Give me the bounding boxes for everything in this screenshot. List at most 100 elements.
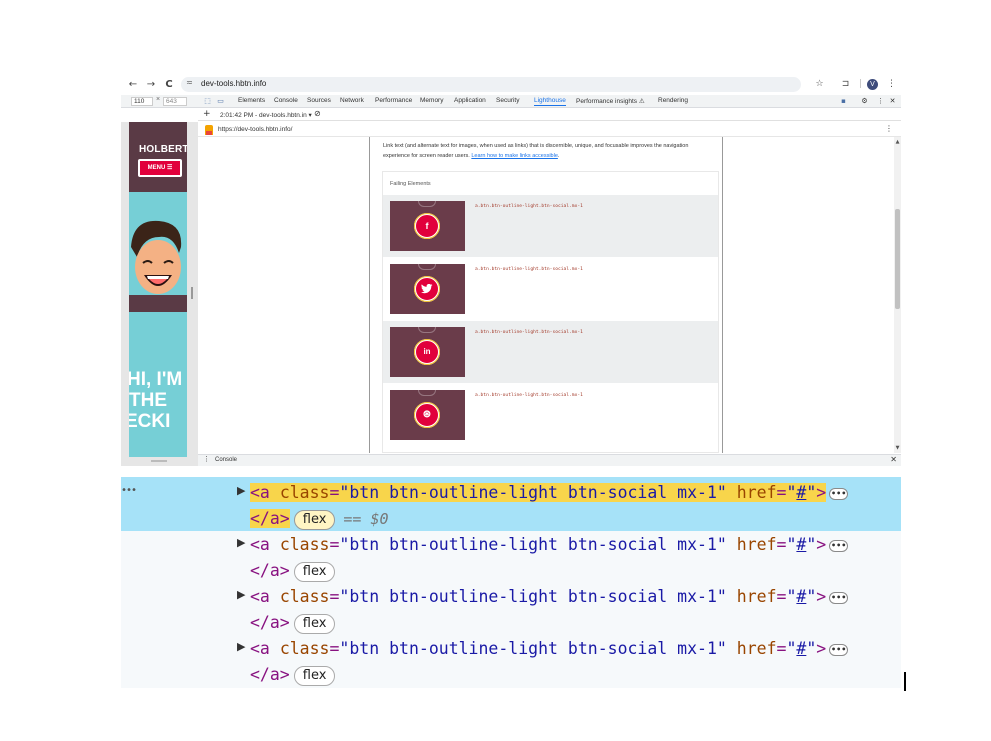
tag-close-bracket: > xyxy=(816,587,827,606)
drawer-tab-console[interactable]: Console xyxy=(215,457,237,463)
report-select[interactable]: 2:01:42 PM - dev-tools.hbtn.in ▾ xyxy=(220,111,312,119)
flex-badge[interactable]: flex xyxy=(293,509,336,530)
dom-node-close[interactable]: </a> flex == $0 xyxy=(250,508,389,530)
failing-element-row[interactable]: f a.btn.btn-outline-light.btn-social.mx-… xyxy=(383,195,718,257)
attr-equals: = xyxy=(329,535,340,554)
dom-node-open[interactable]: <a class="btn btn-outline-light btn-soci… xyxy=(250,482,849,504)
expand-children-button[interactable]: ••• xyxy=(829,487,849,500)
tab-elements[interactable]: Elements xyxy=(238,97,265,104)
scroll-down-icon[interactable]: ▼ xyxy=(895,445,900,451)
dom-node-close[interactable]: </a> flex xyxy=(250,664,336,686)
tag-close-bracket: > xyxy=(816,483,827,502)
dom-node-open[interactable]: <a class="btn btn-outline-light btn-soci… xyxy=(250,534,849,556)
attr-value-class: "btn btn-outline-light btn-social mx-1" xyxy=(339,483,727,502)
height-input[interactable]: 643 xyxy=(163,97,187,106)
dribbble-icon: ⊛ xyxy=(414,402,440,428)
flex-badge[interactable]: flex xyxy=(293,613,336,634)
attr-quote: " xyxy=(786,639,797,658)
element-selector[interactable]: a.btn.btn-outline-light.btn-social.mx-1 xyxy=(475,267,583,272)
extensions-icon[interactable]: ⊐ xyxy=(839,78,852,91)
new-report-icon[interactable]: + xyxy=(203,109,211,119)
settings-gear-icon[interactable]: ⚙ xyxy=(860,97,869,106)
bottom-resize-handle[interactable] xyxy=(151,460,167,462)
star-icon[interactable]: ☆ xyxy=(813,78,826,91)
node-ellipsis[interactable]: ••• xyxy=(121,485,137,496)
tab-rendering[interactable]: Rendering xyxy=(658,97,688,104)
flex-badge[interactable]: flex xyxy=(293,665,336,686)
attr-quote: " xyxy=(806,483,817,502)
audit-description: Link text (and alternate text for images… xyxy=(383,143,689,159)
toolbar-divider: | xyxy=(858,79,863,89)
profile-avatar[interactable]: V xyxy=(867,79,878,90)
drawer-menu-icon[interactable]: ⋮ xyxy=(203,455,210,463)
back-arrow-icon[interactable]: ← xyxy=(126,78,140,91)
attr-equals: = xyxy=(329,587,340,606)
avatar-illustration xyxy=(129,220,187,312)
site-settings-icon[interactable]: ≂ xyxy=(186,78,193,87)
report-menu-icon[interactable]: ⋮ xyxy=(885,124,893,133)
forward-arrow-icon[interactable]: → xyxy=(144,78,158,91)
tag-closing: </a> xyxy=(250,509,290,528)
expand-triangle-icon[interactable]: ▶ xyxy=(237,588,245,601)
flex-badge[interactable]: flex xyxy=(293,561,336,582)
kebab-menu-icon[interactable]: ⋮ xyxy=(885,78,898,91)
tag-closing: </a> xyxy=(250,561,290,580)
attr-value-class: "btn btn-outline-light btn-social mx-1" xyxy=(339,535,727,554)
learn-more-link[interactable]: Learn how to make links accessible xyxy=(471,153,558,159)
failing-element-row[interactable]: a.btn.btn-outline-light.btn-social.mx-1 xyxy=(383,258,718,320)
element-selector[interactable]: a.btn.btn-outline-light.btn-social.mx-1 xyxy=(475,393,583,398)
attr-equals: = xyxy=(776,587,787,606)
expand-triangle-icon[interactable]: ▶ xyxy=(237,484,245,497)
tab-sources[interactable]: Sources xyxy=(307,97,331,104)
dom-node-close[interactable]: </a> flex xyxy=(250,612,336,634)
failing-element-row[interactable]: in a.btn.btn-outline-light.btn-social.mx… xyxy=(383,321,718,383)
tab-security[interactable]: Security xyxy=(496,97,519,104)
expand-children-button[interactable]: ••• xyxy=(829,539,849,552)
tab-performance[interactable]: Performance xyxy=(375,97,412,104)
tag-close-bracket: > xyxy=(816,535,827,554)
icon-ghost xyxy=(418,201,436,207)
attr-name-class: class xyxy=(279,587,330,606)
attr-value-href[interactable]: # xyxy=(796,639,806,658)
report-scrollbar-thumb[interactable] xyxy=(895,209,900,309)
tab-console[interactable]: Console xyxy=(274,97,298,104)
tab-performance-insights[interactable]: Performance insights ⚠ xyxy=(576,97,645,105)
element-selector[interactable]: a.btn.btn-outline-light.btn-social.mx-1 xyxy=(475,204,583,209)
hero-heading: HI, I'M THE ECKI xyxy=(129,369,187,432)
tab-application[interactable]: Application xyxy=(454,97,486,104)
tab-lighthouse[interactable]: Lighthouse xyxy=(534,97,566,106)
device-toggle-icon[interactable]: ▭ xyxy=(216,97,225,106)
site-menu-button[interactable]: MENU ☰ xyxy=(138,159,182,177)
linkedin-icon: in xyxy=(414,339,440,365)
attr-equals: = xyxy=(776,483,787,502)
attr-quote: " xyxy=(806,587,817,606)
close-drawer-icon[interactable]: ✕ xyxy=(890,455,897,464)
tab-network[interactable]: Network xyxy=(340,97,364,104)
attr-value-href[interactable]: # xyxy=(796,535,806,554)
address-bar[interactable]: ≂ dev-tools.hbtn.info xyxy=(181,77,801,92)
dom-node-open[interactable]: <a class="btn btn-outline-light btn-soci… xyxy=(250,586,849,608)
close-devtools-icon[interactable]: ✕ xyxy=(888,97,897,106)
reload-icon[interactable]: C xyxy=(162,78,176,91)
dom-node-close[interactable]: </a> flex xyxy=(250,560,336,582)
devtools-toolbar: 110 × 643 ⬚ ▭ Elements Console Sources N… xyxy=(121,95,901,108)
attr-quote: " xyxy=(806,535,817,554)
expand-children-button[interactable]: ••• xyxy=(829,591,849,604)
scroll-up-icon[interactable]: ▲ xyxy=(895,139,900,145)
issues-icon[interactable]: ▪ xyxy=(839,97,848,106)
attr-value-href[interactable]: # xyxy=(796,587,806,606)
expand-triangle-icon[interactable]: ▶ xyxy=(237,536,245,549)
clear-icon[interactable]: ⊘ xyxy=(314,109,321,118)
inspect-icon[interactable]: ⬚ xyxy=(203,97,212,106)
dom-node-open[interactable]: <a class="btn btn-outline-light btn-soci… xyxy=(250,638,849,660)
expand-triangle-icon[interactable]: ▶ xyxy=(237,640,245,653)
resize-handle[interactable] xyxy=(191,287,193,299)
tab-memory[interactable]: Memory xyxy=(420,97,443,104)
attr-value-href[interactable]: # xyxy=(796,483,806,502)
expand-children-button[interactable]: ••• xyxy=(829,643,849,656)
element-selector[interactable]: a.btn.btn-outline-light.btn-social.mx-1 xyxy=(475,330,583,335)
attr-quote: " xyxy=(786,587,797,606)
failing-element-row[interactable]: ⊛ a.btn.btn-outline-light.btn-social.mx-… xyxy=(383,384,718,446)
width-input[interactable]: 110 xyxy=(131,97,153,106)
devtools-menu-icon[interactable]: ⋮ xyxy=(876,97,885,106)
